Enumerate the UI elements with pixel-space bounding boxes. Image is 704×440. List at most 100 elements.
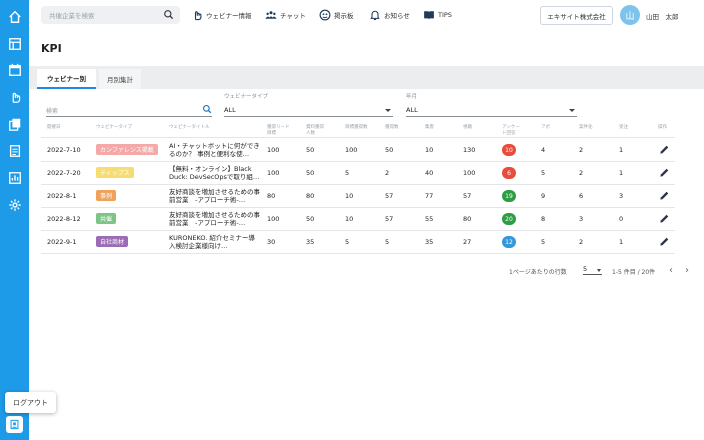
tab-monthly[interactable]: 月別集計 — [99, 69, 141, 89]
chevron-down-icon — [569, 109, 575, 112]
nav-label: ウェビナー情報 — [206, 12, 252, 20]
nav-notifications[interactable]: お知らせ — [369, 8, 410, 22]
filter-label: ウェビナータイプ — [224, 94, 269, 100]
cell-date: 2022-8-1 — [47, 192, 77, 200]
hand-pointer-icon[interactable] — [7, 89, 22, 104]
survey-badge: 19 — [502, 190, 516, 202]
cell-value: 9 — [541, 192, 546, 200]
edit-icon[interactable] — [659, 144, 670, 155]
table-row[interactable]: 2022-7-20 ティップス 【無料・オンライン】Black Duck: De… — [41, 162, 675, 185]
cell-value: 50 — [306, 169, 315, 177]
copy-icon[interactable] — [7, 116, 22, 131]
cell-value: 40 — [425, 169, 434, 177]
cell-date: 2022-7-10 — [47, 146, 81, 154]
user-name[interactable]: 山田 太郎 — [646, 11, 679, 21]
cell-title[interactable]: 友好商談を増加させるための事前営業 -アプローチ術-… — [169, 188, 261, 205]
dashboard-icon[interactable] — [7, 36, 22, 51]
logout-button[interactable] — [6, 416, 23, 433]
cell-value: 5 — [345, 169, 350, 177]
cell-value: 50 — [306, 215, 315, 223]
page-title: KPI — [41, 42, 62, 55]
cell-value: 1 — [619, 238, 624, 246]
rows-per-page-select[interactable]: 5 — [583, 265, 602, 275]
cell-value: 100 — [463, 169, 476, 177]
nav-label: TIPS — [438, 11, 452, 19]
cell-value: 80 — [306, 192, 315, 200]
table-row[interactable]: 2022-9-1 自社商材 KURONEKO. 紹介セミナー導入検討企業様向け…… — [41, 231, 675, 254]
company-search-input[interactable]: 共催企業を検索 — [41, 6, 180, 24]
nav-label: お知らせ — [384, 12, 410, 20]
cell-date: 2022-9-1 — [47, 238, 77, 246]
cell-value: 80 — [463, 215, 472, 223]
cell-value: 1 — [619, 146, 624, 154]
nav-chat[interactable]: チャット — [265, 8, 306, 22]
filter-value: ALL — [224, 106, 236, 114]
cell-title[interactable]: 【無料・オンライン】Black Duck: DevSecOpsで取り組… — [169, 165, 261, 182]
column-header: 資料獲得人数 — [306, 125, 324, 136]
cell-value: 5 — [541, 238, 546, 246]
next-page-button[interactable]: › — [682, 264, 692, 276]
board-icon — [319, 9, 331, 21]
table-row[interactable]: 2022-7-10 カンファレンス掲載 AI・チャットボットに何ができるのか？ … — [41, 139, 675, 162]
cell-value: 50 — [306, 146, 315, 154]
cell-value: 100 — [267, 146, 280, 154]
settings-icon[interactable] — [7, 197, 22, 212]
document-icon[interactable] — [7, 143, 22, 158]
search-placeholder: 検索 — [46, 108, 59, 115]
cell-value: 5 — [345, 238, 350, 246]
chart-icon[interactable] — [7, 170, 22, 185]
search-placeholder: 共催企業を検索 — [49, 12, 95, 20]
column-header: ウェビナータイトル — [169, 125, 210, 130]
cell-value: 35 — [306, 238, 315, 246]
cell-value: 10 — [425, 146, 434, 154]
cell-value: 55 — [425, 215, 434, 223]
bell-icon — [370, 10, 380, 21]
cell-value: 30 — [267, 238, 276, 246]
cell-value: 2 — [579, 146, 584, 154]
cell-value: 3 — [579, 215, 584, 223]
search-icon[interactable] — [202, 104, 212, 114]
column-header: ウェビナータイプ — [96, 125, 132, 130]
top-header: 共催企業を検索 ウェビナー情報 チャット 掲示板 お知らせ TIPS エキサイト… — [29, 0, 704, 32]
home-icon[interactable] — [7, 9, 22, 24]
table-search-input[interactable]: 検索 — [46, 103, 212, 117]
edit-icon[interactable] — [659, 236, 670, 247]
edit-icon[interactable] — [659, 213, 670, 224]
cell-date: 2022-8-12 — [47, 215, 81, 223]
edit-icon[interactable] — [659, 190, 670, 201]
year-month-select[interactable]: 年月 ALL — [406, 94, 577, 117]
column-header: 獲得数 — [385, 125, 399, 130]
type-tag: 自社商材 — [96, 236, 129, 247]
search-icon[interactable] — [163, 9, 174, 20]
cell-title[interactable]: 友好商談を増加させるための事前営業 -アプローチ術-… — [169, 211, 261, 228]
table-row[interactable]: 2022-8-1 事例 友好商談を増加させるための事前営業 -アプローチ術-… … — [41, 185, 675, 208]
prev-page-button[interactable]: ‹ — [666, 264, 676, 276]
cell-value: 3 — [619, 192, 624, 200]
column-header: 獲得リード目標 — [267, 125, 290, 136]
chevron-down-icon — [597, 269, 601, 272]
calendar-icon[interactable] — [7, 62, 22, 77]
cell-title[interactable]: AI・チャットボットに何ができるのか？ 事例と便利な使… — [169, 142, 261, 159]
cell-value: 57 — [385, 192, 394, 200]
tab-by-webinar[interactable]: ウェビナー別 — [37, 69, 96, 89]
logout-icon — [10, 419, 19, 430]
nav-tips[interactable]: TIPS — [423, 8, 452, 22]
hand-pointer-icon — [194, 11, 202, 21]
cell-value: 6 — [579, 192, 584, 200]
cell-value: 10 — [345, 192, 354, 200]
cell-value: 50 — [385, 146, 394, 154]
cell-value: 5 — [385, 238, 390, 246]
type-tag: 共催 — [96, 213, 117, 224]
webinar-type-select[interactable]: ウェビナータイプ ALL — [224, 94, 393, 117]
nav-webinar-info[interactable]: ウェビナー情報 — [191, 8, 252, 22]
table-row[interactable]: 2022-8-12 共催 友好商談を増加させるための事前営業 -アプローチ術-…… — [41, 208, 675, 231]
cell-value: 8 — [541, 215, 546, 223]
nav-board[interactable]: 掲示板 — [319, 8, 354, 22]
cell-value: 100 — [267, 169, 280, 177]
company-button[interactable]: エキサイト株式会社 — [540, 6, 613, 25]
avatar[interactable]: 山 — [620, 5, 640, 25]
edit-icon[interactable] — [659, 167, 670, 178]
cell-value: 5 — [541, 169, 546, 177]
cell-title[interactable]: KURONEKO. 紹介セミナー導入検討企業様向け… — [169, 234, 261, 251]
filter-value: ALL — [406, 106, 418, 114]
